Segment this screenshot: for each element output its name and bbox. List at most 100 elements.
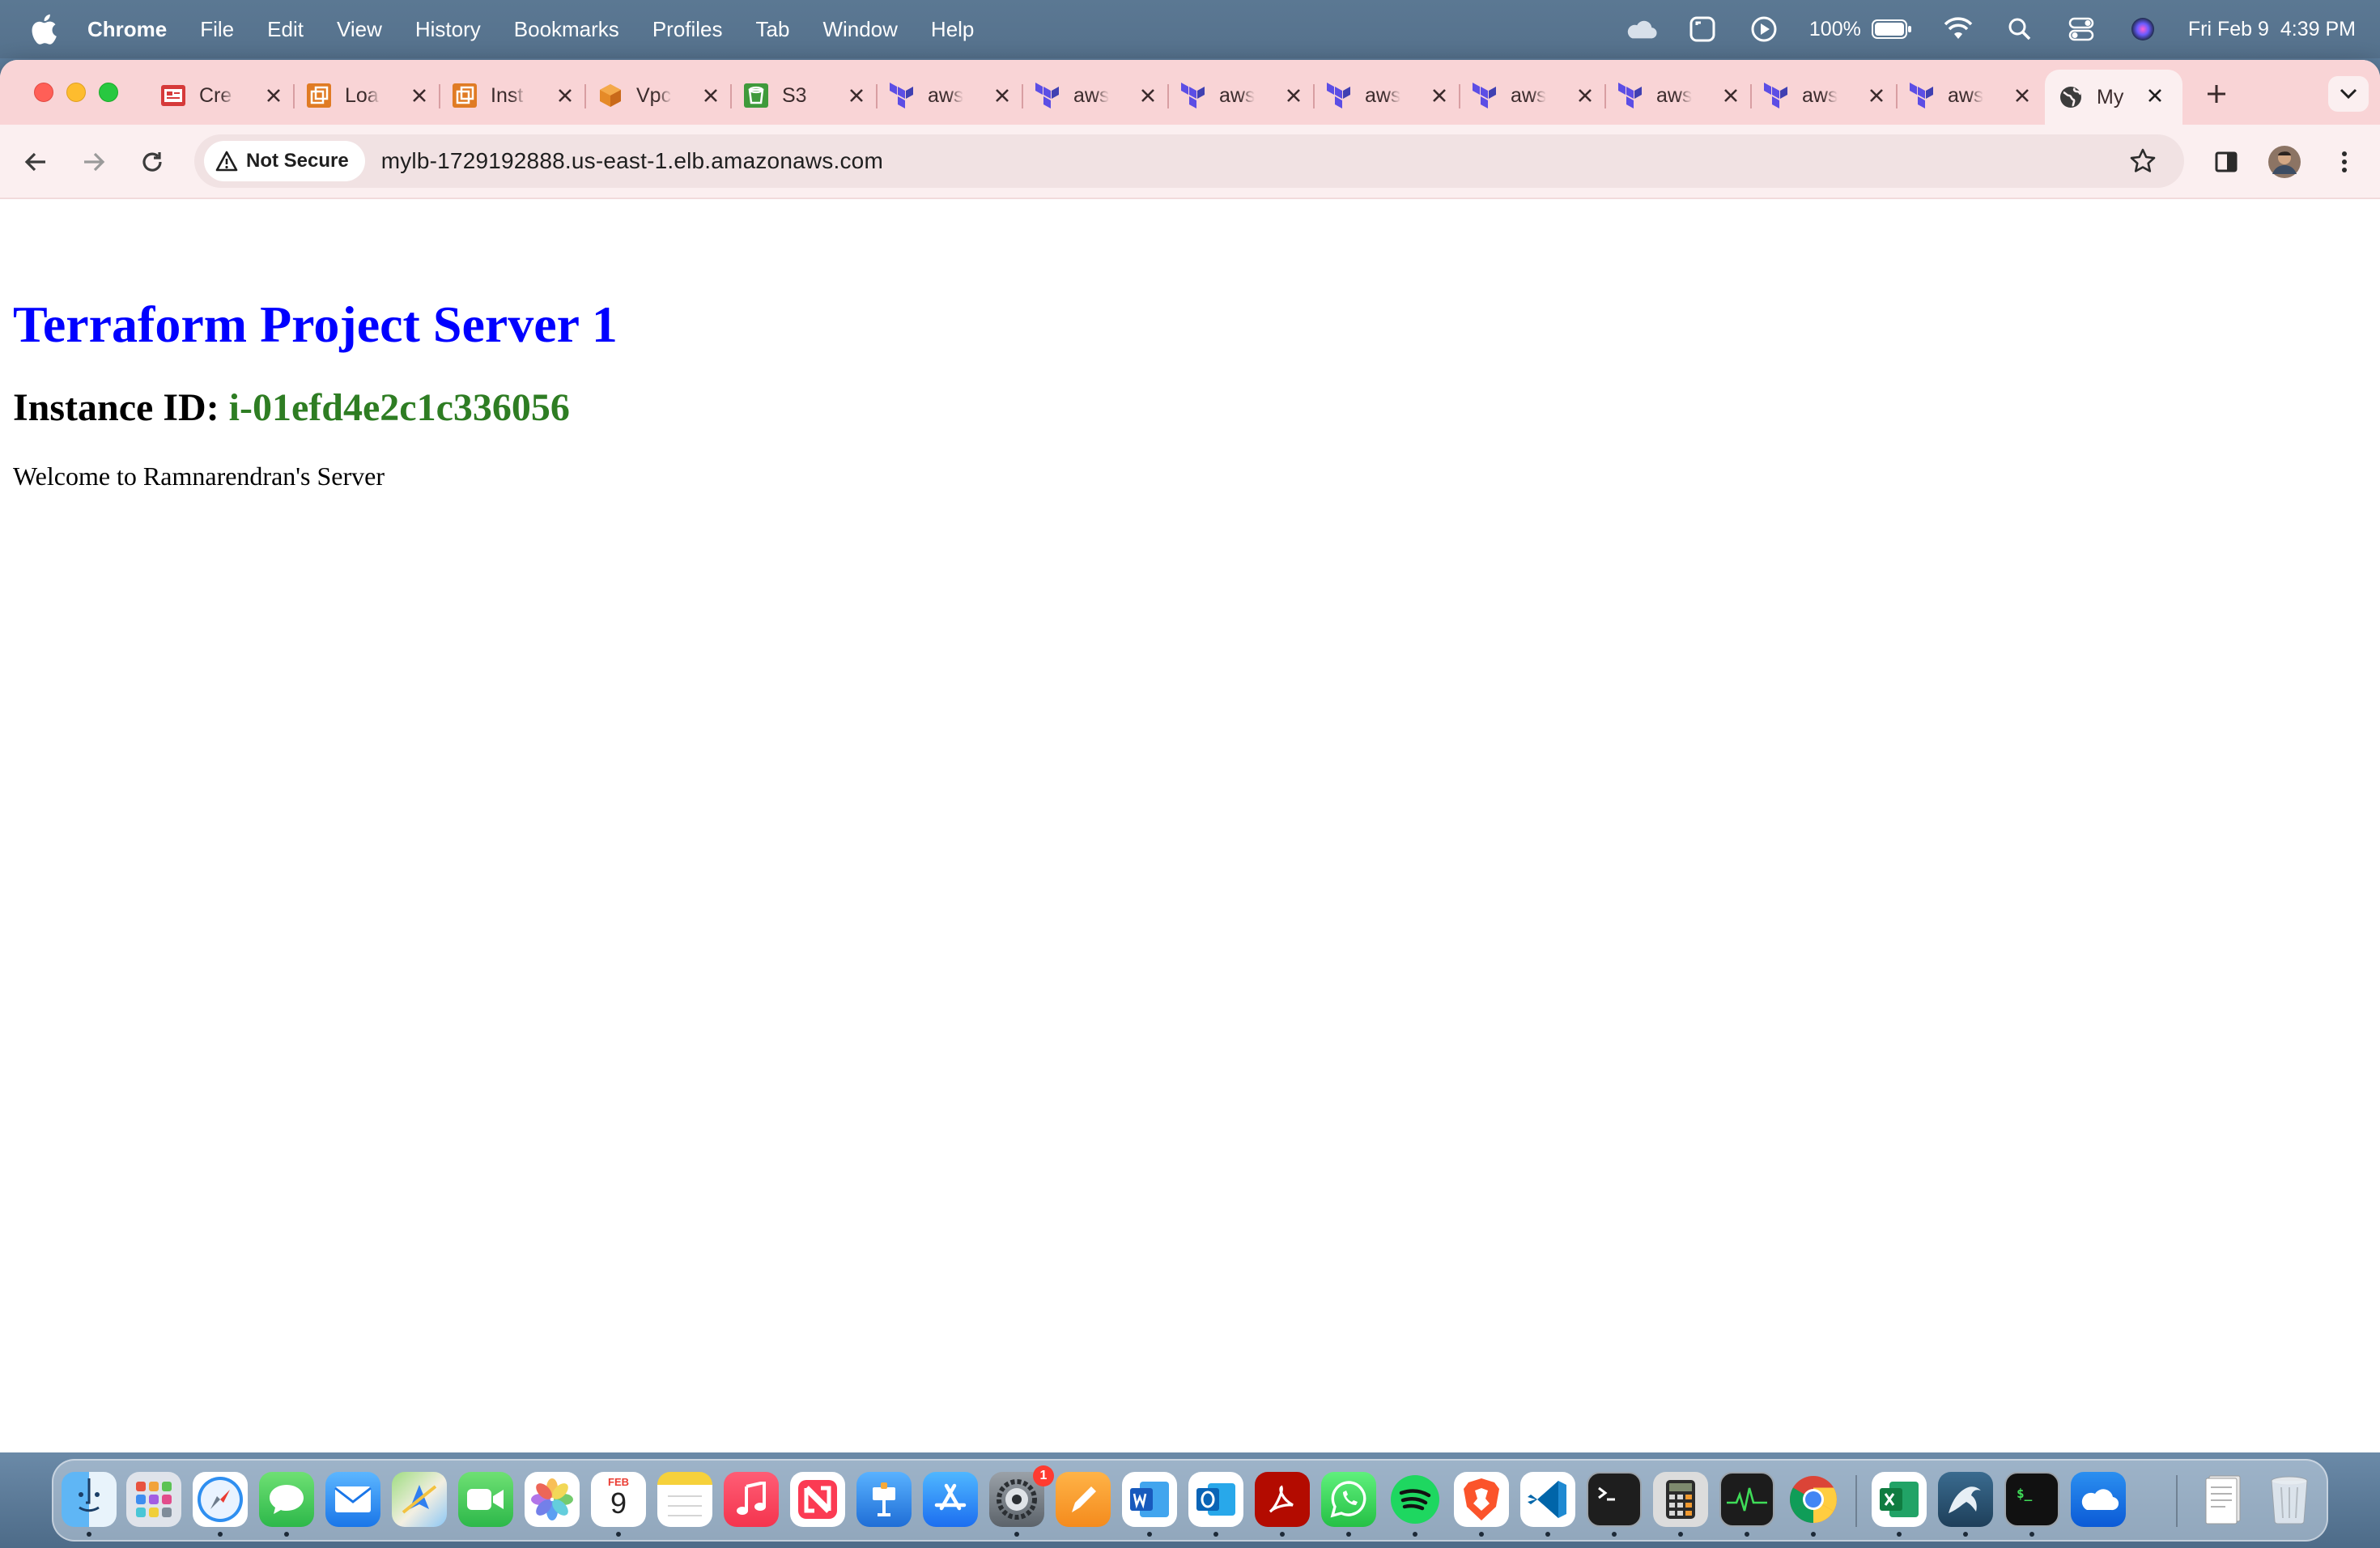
browser-tab-active[interactable]: My — [2045, 70, 2182, 125]
menu-app-name[interactable]: Chrome — [87, 17, 167, 42]
close-icon[interactable] — [552, 83, 578, 108]
facetime-icon[interactable] — [458, 1472, 513, 1527]
profile-avatar[interactable] — [2265, 142, 2304, 181]
notes-icon[interactable] — [657, 1472, 712, 1527]
app-store-icon[interactable] — [923, 1472, 978, 1527]
spotify-icon[interactable] — [1388, 1472, 1443, 1527]
menu-history[interactable]: History — [415, 17, 481, 42]
new-tab-plus-icon[interactable] — [2200, 78, 2233, 110]
vscode-icon[interactable] — [1520, 1472, 1575, 1527]
mail-icon[interactable] — [325, 1472, 380, 1527]
menu-edit[interactable]: Edit — [267, 17, 304, 42]
music-icon[interactable] — [724, 1472, 779, 1527]
back-arrow-icon[interactable] — [16, 142, 55, 181]
window-close-button[interactable] — [34, 83, 53, 102]
browser-tab[interactable]: aws — [1022, 70, 1167, 121]
launchpad-icon[interactable] — [126, 1472, 181, 1527]
keynote-icon[interactable] — [856, 1472, 912, 1527]
close-icon[interactable] — [989, 83, 1015, 108]
menu-view[interactable]: View — [337, 17, 382, 42]
address-bar[interactable]: Not Secure mylb-1729192888.us-east-1.elb… — [194, 134, 2184, 188]
adobe-acrobat-icon[interactable] — [1255, 1472, 1310, 1527]
menu-window[interactable]: Window — [822, 17, 897, 42]
browser-toolbar: Not Secure mylb-1729192888.us-east-1.elb… — [0, 125, 2380, 199]
close-icon[interactable] — [1718, 83, 1744, 108]
close-icon[interactable] — [1864, 83, 1889, 108]
url-text[interactable]: mylb-1729192888.us-east-1.elb.amazonaws.… — [381, 148, 883, 174]
media-play-icon[interactable] — [1748, 13, 1780, 45]
reload-icon[interactable] — [133, 142, 172, 181]
browser-tab[interactable]: aws — [1459, 70, 1604, 121]
close-icon[interactable] — [406, 83, 432, 108]
menu-bookmarks[interactable]: Bookmarks — [514, 17, 619, 42]
pages-icon[interactable] — [1056, 1472, 1111, 1527]
siri-icon[interactable] — [2127, 13, 2159, 45]
mysql-workbench-icon[interactable] — [1938, 1472, 1993, 1527]
browser-tab[interactable]: Vpc — [584, 70, 730, 121]
browser-tab[interactable]: aws — [1750, 70, 1896, 121]
battery-icon[interactable] — [1871, 13, 1913, 45]
close-icon[interactable] — [1426, 83, 1452, 108]
close-icon[interactable] — [1572, 83, 1598, 108]
window-minimize-button[interactable] — [66, 83, 86, 102]
activity-monitor-icon[interactable] — [1719, 1472, 1774, 1527]
close-icon[interactable] — [698, 83, 724, 108]
kebab-menu-icon[interactable] — [2325, 142, 2364, 181]
browser-tab[interactable]: aws — [876, 70, 1022, 121]
browser-tab[interactable]: aws — [1313, 70, 1459, 121]
maps-icon[interactable] — [392, 1472, 447, 1527]
window-zoom-button[interactable] — [99, 83, 118, 102]
brave-browser-icon[interactable] — [1454, 1472, 1509, 1527]
control-center-icon[interactable] — [2065, 13, 2097, 45]
iterm-icon[interactable]: $_ — [2004, 1472, 2059, 1527]
tab-search-chevron-down-icon[interactable] — [2328, 76, 2369, 112]
browser-tab[interactable]: aws — [1896, 70, 2042, 121]
wifi-icon[interactable] — [1942, 13, 1974, 45]
news-icon[interactable] — [790, 1472, 845, 1527]
microsoft-word-icon[interactable] — [1122, 1472, 1177, 1527]
close-icon[interactable] — [1281, 83, 1307, 108]
terminal-icon[interactable] — [1587, 1472, 1642, 1527]
whatsapp-icon[interactable] — [1321, 1472, 1376, 1527]
icloud-icon[interactable] — [1625, 13, 1657, 45]
calendar-icon[interactable]: FEB 9 — [591, 1472, 646, 1527]
photos-icon[interactable] — [525, 1472, 580, 1527]
menu-tab[interactable]: Tab — [756, 17, 790, 42]
microsoft-excel-icon[interactable] — [1872, 1472, 1927, 1527]
close-icon[interactable] — [2009, 83, 2035, 108]
browser-tab[interactable]: Cre — [147, 70, 293, 121]
instance-heading: Instance ID: i-01efd4e2c1c336056 — [13, 385, 570, 430]
google-chrome-icon[interactable] — [1786, 1472, 1841, 1527]
menu-file[interactable]: File — [200, 17, 234, 42]
menu-help[interactable]: Help — [931, 17, 974, 42]
browser-tab[interactable]: Inst — [439, 70, 584, 121]
menu-profiles[interactable]: Profiles — [652, 17, 723, 42]
close-icon[interactable] — [2142, 83, 2168, 108]
bookmark-star-icon[interactable] — [2124, 142, 2161, 180]
close-icon[interactable] — [261, 83, 287, 108]
trash-icon[interactable] — [2262, 1472, 2317, 1527]
safari-icon[interactable] — [193, 1472, 248, 1527]
microsoft-outlook-icon[interactable] — [1188, 1472, 1243, 1527]
security-indicator-chip[interactable]: Not Secure — [204, 141, 365, 181]
finder-icon[interactable] — [62, 1472, 117, 1527]
browser-tab[interactable]: aws — [1604, 70, 1750, 121]
browser-tab[interactable]: aws — [1167, 70, 1313, 121]
menu-bar-time[interactable]: 4:39 PM — [2280, 18, 2356, 41]
tab-title: aws — [1219, 83, 1255, 107]
calculator-icon[interactable] — [1653, 1472, 1708, 1527]
forward-arrow-icon[interactable] — [74, 142, 113, 181]
apple-menu-icon[interactable] — [31, 13, 63, 45]
side-panel-icon[interactable] — [2207, 142, 2246, 181]
browser-tab[interactable]: Loa — [293, 70, 439, 121]
documents-stack-icon[interactable] — [2195, 1472, 2250, 1527]
screen-capture-icon[interactable] — [1686, 13, 1719, 45]
close-icon[interactable] — [1135, 83, 1161, 108]
spotlight-search-icon[interactable] — [2004, 13, 2036, 45]
onedrive-icon[interactable] — [2071, 1472, 2126, 1527]
menu-bar-date[interactable]: Fri Feb 9 — [2188, 18, 2269, 41]
browser-tab[interactable]: S3 — [730, 70, 876, 121]
aws-console-red-icon — [160, 83, 186, 108]
close-icon[interactable] — [844, 83, 869, 108]
messages-icon[interactable] — [259, 1472, 314, 1527]
